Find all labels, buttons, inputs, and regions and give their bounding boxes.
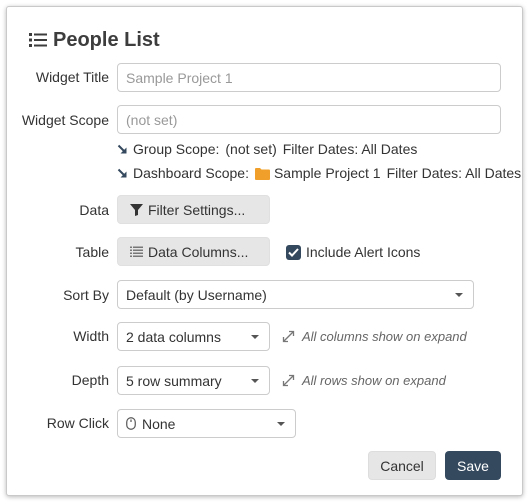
dashboard-scope-label: Dashboard Scope:	[133, 165, 249, 181]
depth-value: 5 row summary	[126, 372, 222, 389]
expand-arrows-icon	[282, 374, 295, 387]
columns-icon	[130, 246, 143, 257]
widget-scope-input[interactable]: (not set)	[117, 105, 501, 134]
depth-select[interactable]: 5 row summary	[117, 366, 270, 395]
include-alert-icons-label: Include Alert Icons	[306, 244, 421, 260]
dashboard-scope-filter-dates: Filter Dates: All Dates	[386, 165, 522, 181]
depth-hint: All rows show on expand	[282, 373, 446, 388]
caret-down-icon	[455, 293, 463, 297]
depth-hint-text: All rows show on expand	[302, 373, 446, 388]
sort-by-select[interactable]: Default (by Username)	[117, 280, 474, 309]
cancel-button[interactable]: Cancel	[368, 451, 436, 480]
widget-settings-dialog: People List Widget Title Sample Project …	[6, 6, 523, 496]
cancel-button-label: Cancel	[380, 457, 424, 474]
width-select[interactable]: 2 data columns	[117, 322, 270, 351]
sort-by-label: Sort By	[63, 287, 109, 303]
widget-scope-placeholder: (not set)	[126, 111, 178, 128]
data-label: Data	[79, 202, 109, 218]
checkmark-icon	[288, 247, 299, 257]
row-click-value: None	[142, 415, 176, 432]
dialog-title: People List	[29, 26, 160, 54]
row-click-select[interactable]: None	[117, 409, 296, 438]
caret-down-icon	[277, 422, 285, 426]
group-scope-label: Group Scope:	[133, 141, 220, 157]
arrow-down-right-icon	[117, 168, 128, 179]
width-hint: All columns show on expand	[282, 329, 467, 344]
dialog-title-text: People List	[53, 28, 160, 51]
save-button-label: Save	[457, 457, 489, 474]
widget-title-placeholder: Sample Project 1	[126, 69, 233, 86]
widget-scope-label: Widget Scope	[21, 112, 109, 128]
expand-arrows-icon	[282, 330, 295, 343]
arrow-down-right-icon	[117, 144, 128, 155]
group-scope-line: Group Scope: (not set) Filter Dates: All…	[117, 141, 417, 157]
sort-by-value: Default (by Username)	[126, 286, 267, 303]
filter-settings-label: Filter Settings...	[148, 201, 246, 218]
save-button[interactable]: Save	[445, 451, 501, 480]
dashboard-scope-line: Dashboard Scope: Sample Project 1 Filter…	[117, 165, 521, 181]
mouse-icon	[126, 417, 136, 430]
dashboard-scope-value: Sample Project 1	[273, 165, 381, 181]
group-scope-value: (not set)	[225, 141, 277, 157]
caret-down-icon	[251, 335, 259, 339]
depth-label: Depth	[71, 372, 109, 388]
filter-settings-button[interactable]: Filter Settings...	[117, 195, 270, 224]
width-value: 2 data columns	[126, 328, 221, 345]
table-label: Table	[75, 244, 109, 260]
data-columns-label: Data Columns...	[148, 243, 249, 260]
data-columns-button[interactable]: Data Columns...	[117, 237, 270, 266]
folder-icon	[254, 167, 270, 180]
include-alert-icons-option: Include Alert Icons	[286, 243, 420, 261]
width-label: Width	[73, 328, 109, 344]
caret-down-icon	[251, 379, 259, 383]
list-icon	[29, 33, 47, 47]
group-scope-filter-dates: Filter Dates: All Dates	[282, 141, 418, 157]
widget-title-input[interactable]: Sample Project 1	[117, 63, 501, 92]
include-alert-icons-checkbox[interactable]	[286, 244, 301, 260]
filter-icon	[130, 203, 143, 216]
width-hint-text: All columns show on expand	[302, 329, 467, 344]
widget-title-label: Widget Title	[35, 69, 109, 85]
row-click-label: Row Click	[46, 415, 109, 431]
